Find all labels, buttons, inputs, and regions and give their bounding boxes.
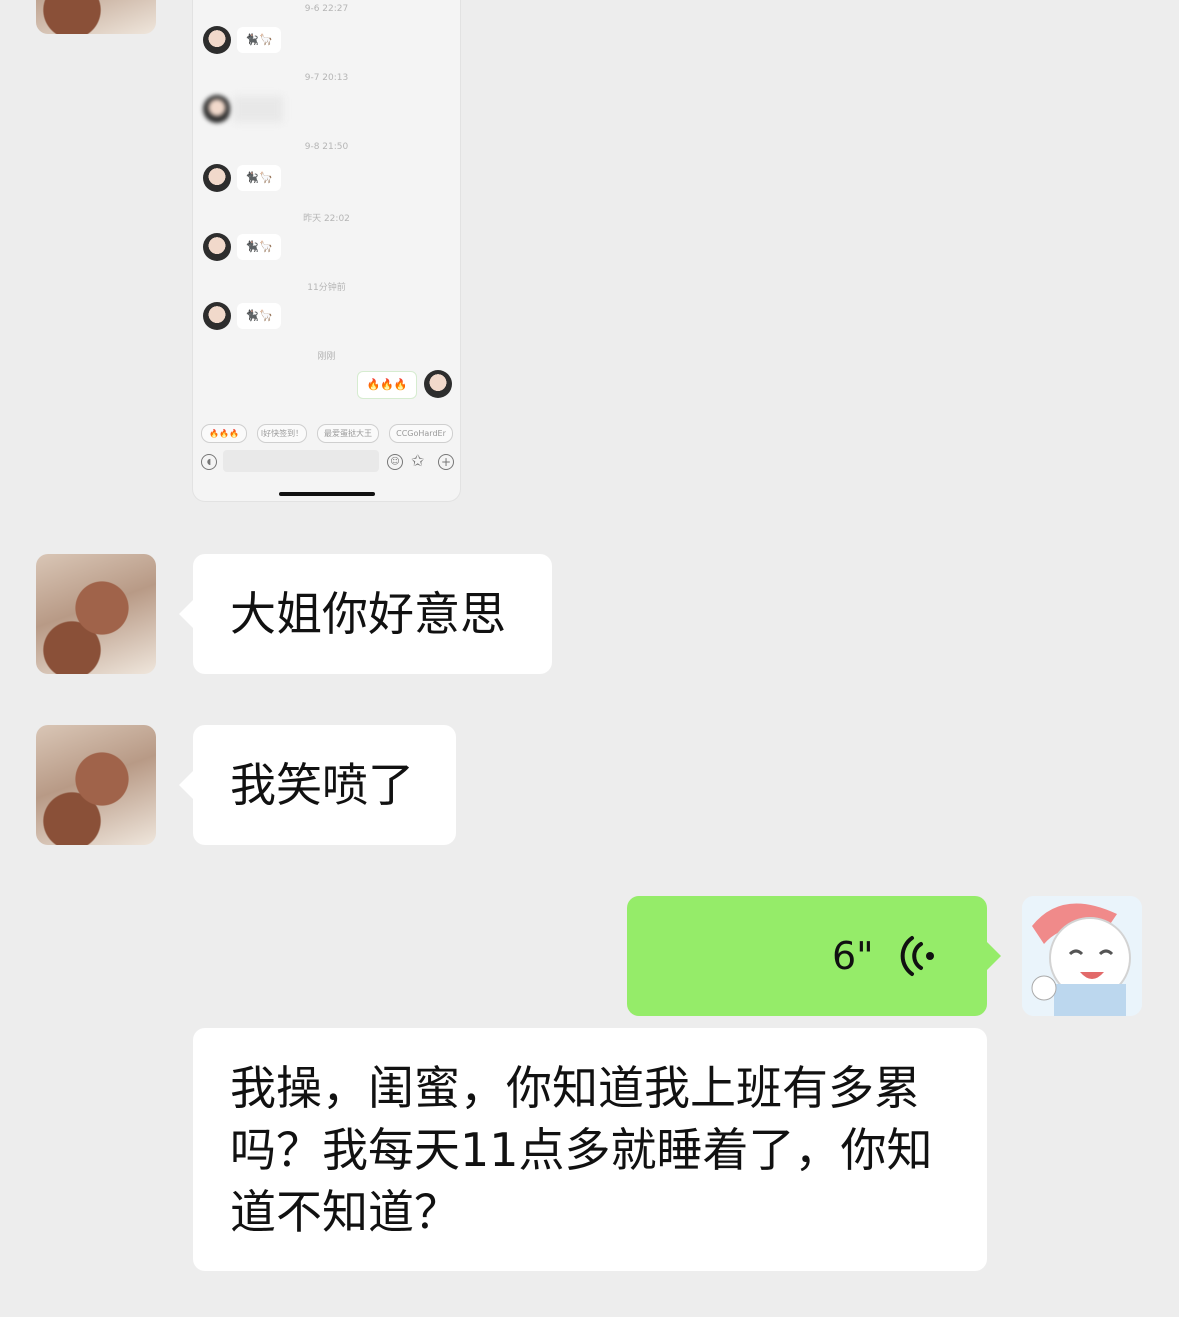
quick-reply[interactable]: 🔥🔥🔥 [201, 424, 247, 443]
avatar-friend[interactable] [36, 554, 156, 674]
quick-reply[interactable]: CCGoHardEr [389, 424, 453, 443]
home-indicator [279, 492, 375, 496]
voice-message-bubble[interactable]: 6" [627, 896, 1001, 1016]
voice-input-icon[interactable]: ◖ [201, 454, 217, 470]
sticker-message: 🐈‍⬛🦙 [237, 303, 281, 329]
sent-emoji-message: 🔥🔥🔥 [357, 371, 417, 399]
avatar-small-self [424, 370, 452, 398]
quick-reply[interactable]: l好快签到！ [257, 424, 307, 443]
timestamp: 9-8 21:50 [304, 142, 349, 152]
sticker-message: 🐈‍⬛🦙 [237, 165, 281, 191]
voice-duration: 6" [832, 934, 874, 978]
avatar-small [203, 233, 231, 261]
emoji-icon[interactable]: ☺ [387, 454, 403, 470]
message-text: 我笑喷了 [230, 758, 414, 812]
blurred-message [233, 96, 283, 122]
message-bubble[interactable]: 我笑喷了 [179, 725, 456, 845]
message-bubble[interactable]: 我操，闺蜜，你知道我上班有多累吗？我每天11点多就睡着了，你知道不知道？ [193, 1028, 987, 1271]
message-text: 我操，闺蜜，你知道我上班有多累吗？我每天11点多就睡着了，你知道不知道？ [230, 1061, 933, 1239]
avatar-friend[interactable] [36, 725, 156, 845]
avatar-self[interactable] [1022, 896, 1142, 1016]
message-input[interactable] [223, 450, 379, 472]
message-bubble[interactable]: 大姐你好意思 [179, 554, 552, 674]
sticker-message: 🐈‍⬛🦙 [237, 234, 281, 260]
sticker-message: 🐈‍⬛🦙 [237, 27, 281, 53]
shared-screenshot[interactable]: 9-6 22:27 🐈‍⬛🦙 9-7 20:13 9-8 21:50 🐈‍⬛🦙 … [193, 0, 460, 501]
avatar-small [203, 164, 231, 192]
timestamp: 刚刚 [317, 352, 336, 362]
quick-reply[interactable]: 最爱蛋挞大王 [317, 424, 379, 443]
plus-icon[interactable]: + [438, 454, 454, 470]
sticker-icon[interactable]: ✩ [411, 452, 424, 470]
message-text: 大姐你好意思 [230, 587, 506, 641]
timestamp: 11分钟前 [307, 283, 346, 293]
timestamp: 昨天 22:02 [303, 214, 350, 224]
avatar-small [203, 302, 231, 330]
timestamp: 9-7 20:13 [304, 73, 349, 83]
avatar-self-art [1022, 896, 1142, 1016]
avatar-small [203, 26, 231, 54]
timestamp: 9-6 22:27 [304, 4, 349, 14]
voice-wave-icon [900, 936, 934, 976]
avatar-friend-top[interactable] [36, 0, 156, 34]
avatar-small-blurred [203, 95, 231, 123]
